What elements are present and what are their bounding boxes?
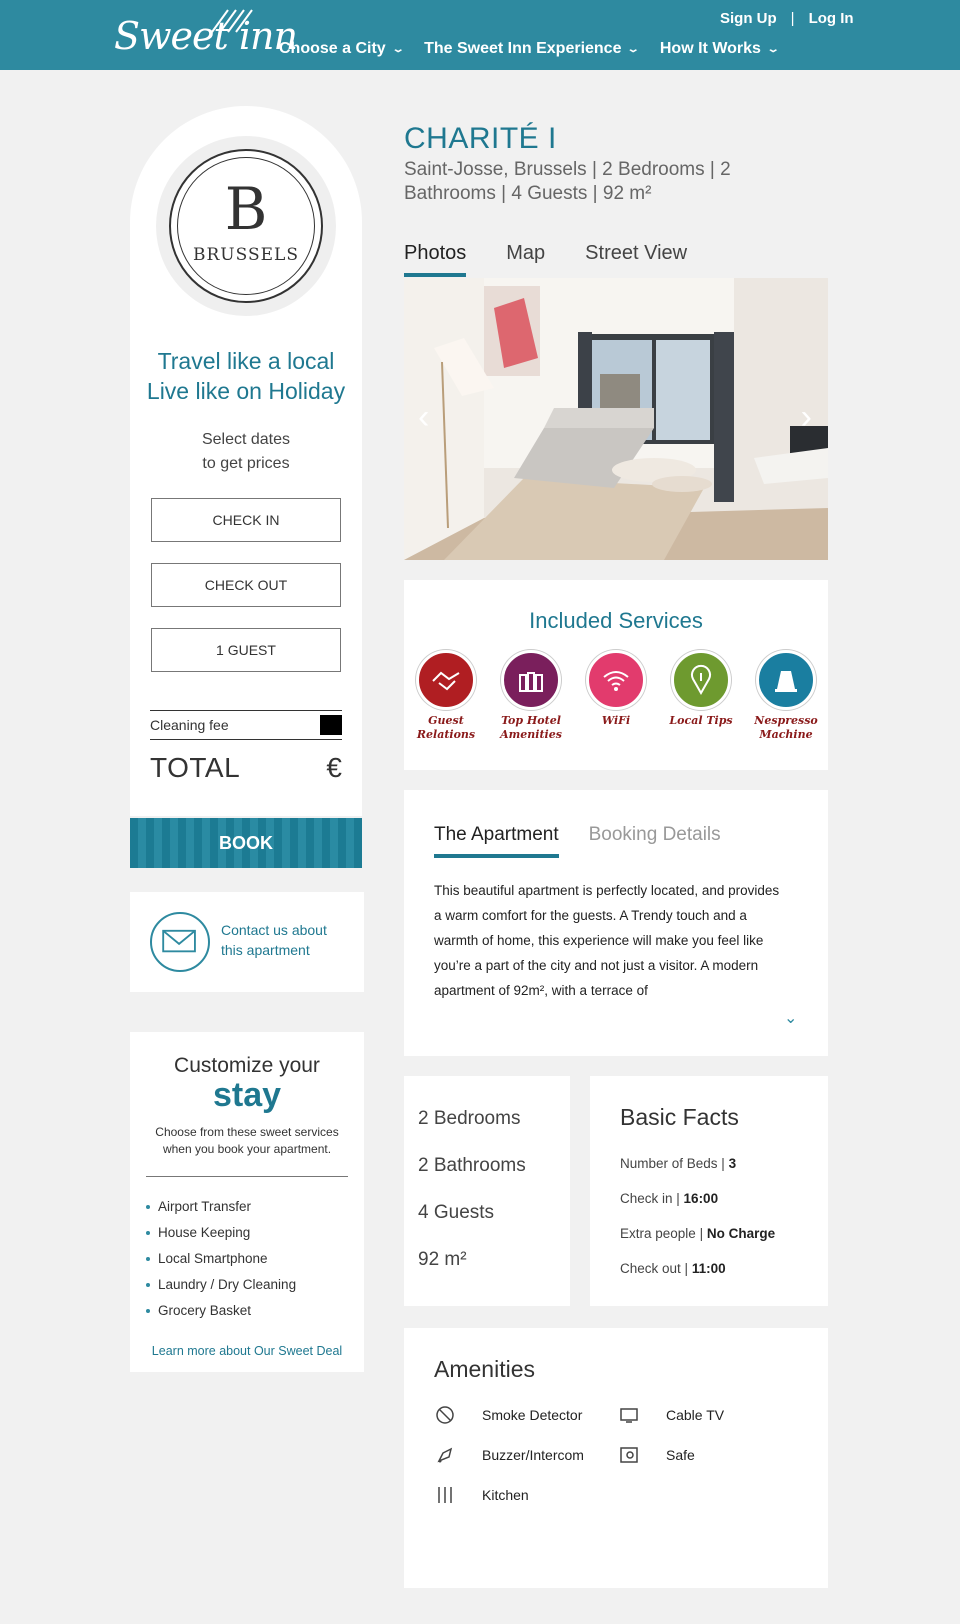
kitchen-icon — [434, 1484, 456, 1506]
media-tabs: Photos Map Street View — [404, 242, 687, 277]
handshake-icon — [416, 650, 476, 710]
chevron-down-icon[interactable]: ⌄ — [784, 1008, 797, 1028]
tab-street-view[interactable]: Street View — [585, 242, 687, 277]
top-navbar: Sweet inn Choose a City ⌄ The Sweet Inn E… — [0, 0, 960, 70]
nav-how-it-works[interactable]: How It Works ⌄ — [660, 40, 780, 58]
stat-area: 92 m² — [418, 1249, 467, 1270]
bottles-icon — [501, 650, 561, 710]
apartment-details-card: The Apartment Booking Details This beaut… — [404, 790, 828, 1056]
list-item: Grocery Basket — [146, 1298, 296, 1324]
customize-stay-card: Customize your stay Choose from these sw… — [130, 1032, 364, 1372]
stat-bedrooms: 2 Bedrooms — [418, 1108, 521, 1129]
list-item: Airport Transfer — [146, 1194, 296, 1220]
tab-the-apartment[interactable]: The Apartment — [434, 824, 559, 858]
prev-photo-button[interactable]: ‹ — [418, 398, 429, 437]
tagline: Travel like a local Live like on Holiday — [146, 348, 346, 404]
login-link[interactable]: Log In — [809, 10, 854, 27]
service-local-tips: Local Tips — [659, 650, 743, 728]
amenity-smoke-detector: Smoke Detector — [434, 1404, 582, 1426]
fact-extra-people: Extra people | No Charge — [620, 1226, 776, 1241]
service-guest-relations: Guest Relations — [404, 650, 488, 742]
amenity-intercom: Buzzer/Intercom — [434, 1444, 584, 1466]
services-title: Included Services — [529, 608, 703, 633]
select-dates-hint: Select dates to get prices — [201, 431, 291, 472]
facts-title: Basic Facts — [620, 1104, 739, 1130]
contact-link[interactable]: Contact us about this apartment — [221, 920, 327, 960]
service-hotel-amenities: Top Hotel Amenities — [489, 650, 573, 742]
cleaning-fee-row: Cleaning fee — [150, 710, 342, 740]
booking-card: B BRUSSELS Travel like a local Live like… — [130, 106, 362, 1279]
fact-check-in: Check in | 16:00 — [620, 1191, 719, 1206]
book-button[interactable]: BOOK — [130, 818, 362, 868]
envelope-icon — [150, 912, 210, 972]
logo-stripes-icon — [211, 9, 253, 33]
quick-stats-card: 2 Bedrooms 2 Bathrooms 4 Guests 92 m² — [404, 1076, 570, 1306]
price-summary: Cleaning fee TOTAL € — [130, 692, 362, 1279]
list-item: Local Smartphone — [146, 1246, 296, 1272]
stat-guests: 4 Guests — [418, 1202, 495, 1223]
capsule-icon — [756, 650, 816, 710]
wifi-icon — [586, 650, 646, 710]
intercom-icon — [434, 1444, 456, 1466]
signup-link[interactable]: Sign Up — [720, 10, 777, 27]
tab-photos[interactable]: Photos — [404, 242, 467, 277]
nav-experience[interactable]: The Sweet Inn Experience ⌄ — [424, 40, 641, 58]
details-tabs: The Apartment Booking Details — [434, 824, 721, 858]
chevron-down-icon: ⌄ — [626, 43, 641, 55]
separator: | — [790, 10, 795, 27]
chevron-down-icon: ⌄ — [391, 43, 405, 55]
check-in-field[interactable]: CHECK IN — [151, 498, 341, 542]
chevron-down-icon: ⌄ — [766, 43, 780, 55]
check-out-field[interactable]: CHECK OUT — [151, 563, 341, 607]
apartment-description: This beautiful apartment is perfectly lo… — [434, 883, 780, 998]
amenity-cable-tv: Cable TV — [618, 1404, 724, 1426]
fact-beds: Number of Beds | 3 — [620, 1156, 737, 1171]
page-title: CHARITÉ I — [404, 122, 557, 155]
service-wifi: WiFi — [574, 650, 658, 728]
contact-card[interactable]: Contact us about this apartment — [130, 892, 364, 992]
amenity-kitchen: Kitchen — [434, 1484, 529, 1506]
tab-map[interactable]: Map — [506, 242, 545, 277]
brand-logo[interactable]: Sweet inn — [114, 14, 298, 58]
included-services-card: Included Services Guest Relations Top Ho… — [404, 580, 828, 770]
list-item: Laundry / Dry Cleaning — [146, 1272, 296, 1298]
sweet-deal-link[interactable]: Learn more about Our Sweet Deal — [130, 1344, 364, 1358]
auth-links: Sign Up | Log In — [720, 10, 854, 27]
main-nav: Choose a City ⌄ The Sweet Inn Experience ⌄… — [279, 40, 780, 58]
list-item: House Keeping — [146, 1220, 296, 1246]
fact-check-out: Check out | 11:00 — [620, 1261, 726, 1276]
customize-title: Customize your — [174, 1054, 320, 1077]
guests-field[interactable]: 1 GUEST — [151, 628, 341, 672]
next-photo-button[interactable]: › — [801, 398, 812, 437]
total-label: TOTAL — [150, 752, 241, 783]
cleaning-fee-value — [320, 715, 342, 735]
customize-title-highlight: stay — [212, 1076, 282, 1114]
city-logo: B BRUSSELS — [169, 149, 323, 303]
apartment-photo: ‹ › — [404, 278, 828, 560]
amenities-title: Amenities — [434, 1356, 535, 1382]
nav-choose-city[interactable]: Choose a City ⌄ — [279, 40, 405, 58]
map-pin-icon — [671, 650, 731, 710]
service-nespresso: Nespresso Machine — [744, 650, 828, 742]
living-room-image — [404, 278, 828, 560]
tab-booking-details[interactable]: Booking Details — [589, 824, 721, 858]
basic-facts-card: Basic Facts Number of Beds | 3 Check in … — [590, 1076, 828, 1306]
tv-icon — [618, 1404, 640, 1426]
smoke-detector-icon — [434, 1404, 456, 1426]
amenity-safe: Safe — [618, 1444, 695, 1466]
amenities-card: Amenities Smoke Detector Cable TV Buzzer… — [404, 1328, 828, 1588]
total-currency: € — [326, 752, 342, 783]
apartment-subtitle: Saint-Josse, Brussels | 2 Bedrooms | 2 B… — [404, 159, 731, 204]
safe-icon — [618, 1444, 640, 1466]
customize-description: Choose from these sweet services when yo… — [155, 1125, 339, 1156]
services-list: Airport Transfer House Keeping Local Sma… — [146, 1194, 296, 1324]
city-badge: B BRUSSELS — [156, 136, 336, 316]
stat-bathrooms: 2 Bathrooms — [418, 1155, 526, 1176]
booking-panel: B BRUSSELS Travel like a local Live like… — [130, 106, 362, 692]
